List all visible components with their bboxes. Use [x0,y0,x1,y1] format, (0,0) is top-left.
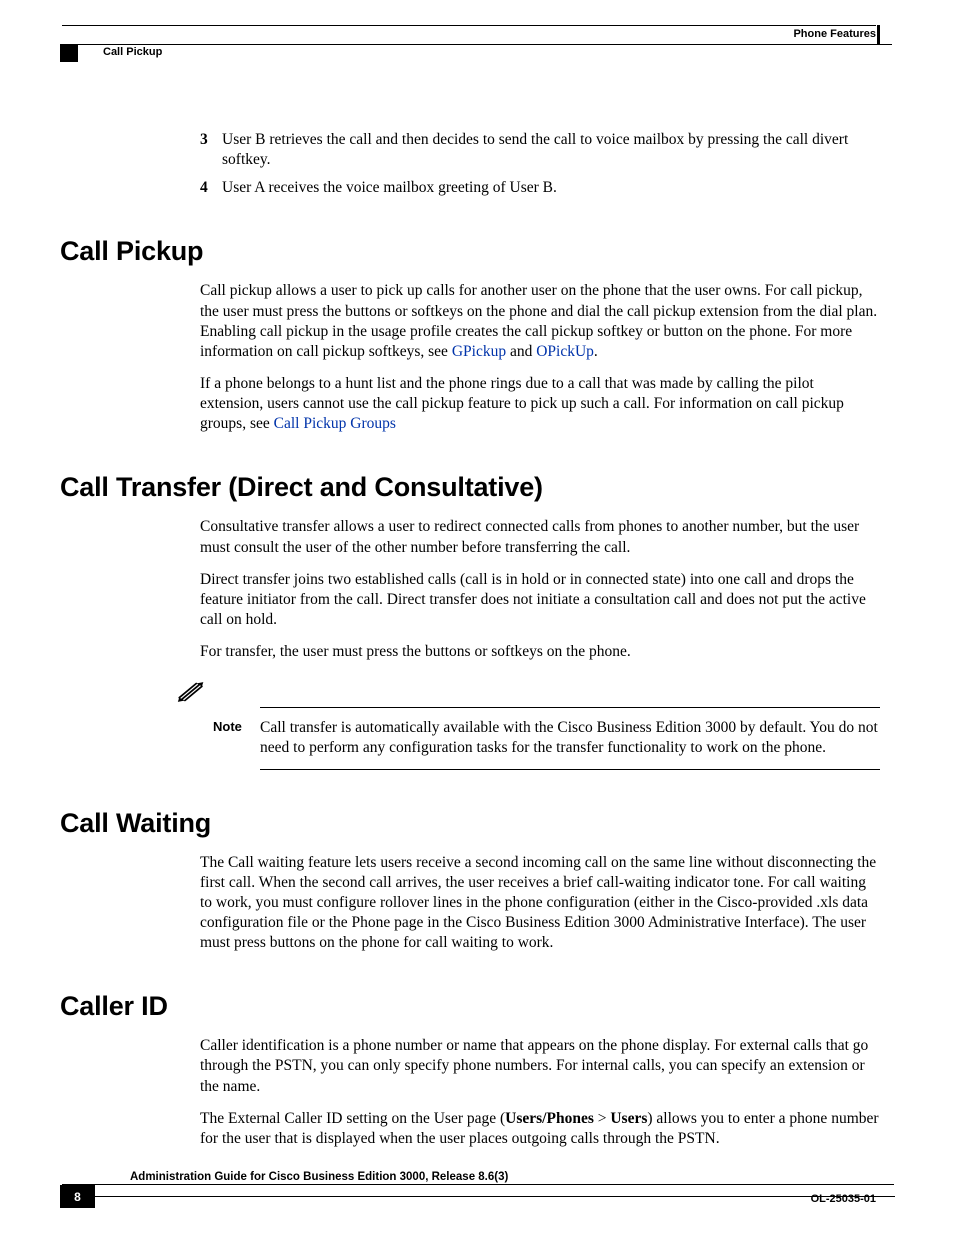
footer-rule-top [62,1184,894,1185]
header-left-block [60,44,78,62]
footer-rule-bottom [95,1196,895,1197]
page: Phone Features Call Pickup 3 User B retr… [0,0,954,1235]
header-rule-top [62,25,876,26]
text: The External Caller ID setting on the Us… [200,1110,505,1127]
page-number: 8 [60,1185,95,1208]
paragraph: Consultative transfer allows a user to r… [200,517,880,557]
header-section: Call Pickup [103,46,162,58]
link-gpickup[interactable]: GPickup [452,343,506,360]
text: and [506,343,536,360]
header-chapter: Phone Features [793,28,876,40]
footer-docid: OL-25035-01 [811,1193,876,1205]
note-rule-bottom [260,769,880,770]
paragraph: The Call waiting feature lets users rece… [200,853,880,954]
link-call-pickup-groups[interactable]: Call Pickup Groups [274,415,396,432]
heading-caller-id: Caller ID [60,991,880,1022]
list-number: 4 [200,178,222,198]
paragraph: Caller identification is a phone number … [200,1036,880,1096]
paragraph: If a phone belongs to a hunt list and th… [200,374,880,434]
text: > [594,1110,611,1127]
heading-call-transfer: Call Transfer (Direct and Consultative) [60,472,880,503]
paragraph: Call pickup allows a user to pick up cal… [200,281,880,362]
breadcrumb-part: Users/Phones [505,1110,594,1127]
list-item: 3 User B retrieves the call and then dec… [200,130,880,170]
note-rule-top [260,707,880,708]
list-item: 4 User A receives the voice mailbox gree… [200,178,880,198]
header-rule-bot [78,44,892,45]
link-opickup[interactable]: OPickUp [536,343,594,360]
heading-call-pickup: Call Pickup [60,236,880,267]
header-right-bar [877,25,880,45]
note-label: Note [175,718,260,734]
list-number: 3 [200,130,222,170]
footer-title: Administration Guide for Cisco Business … [130,1171,508,1183]
text: . [594,343,598,360]
note-body: Call transfer is automatically available… [260,718,880,758]
paragraph: Direct transfer joins two established ca… [200,570,880,630]
note-row: Note Call transfer is automatically avai… [175,718,880,758]
list-text: User B retrieves the call and then decid… [222,130,880,170]
paragraph: The External Caller ID setting on the Us… [200,1109,880,1149]
paragraph: For transfer, the user must press the bu… [200,642,880,662]
content: 3 User B retrieves the call and then dec… [60,130,880,1161]
note-block: Note Call transfer is automatically avai… [175,680,880,769]
note-icon [175,680,209,704]
heading-call-waiting: Call Waiting [60,808,880,839]
list-text: User A receives the voice mailbox greeti… [222,178,880,198]
breadcrumb-part: Users [610,1110,647,1127]
